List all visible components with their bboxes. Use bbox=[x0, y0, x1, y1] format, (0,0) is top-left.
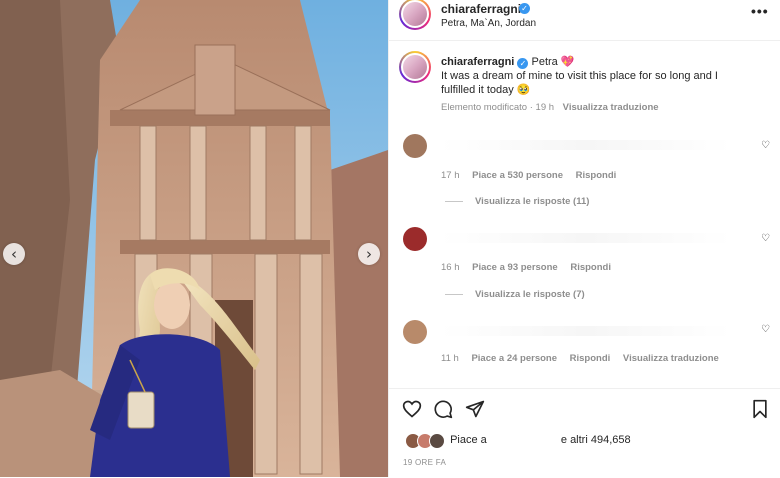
reply-button[interactable]: Rispondi bbox=[576, 170, 617, 181]
view-replies-button[interactable]: Visualizza le risposte (7) bbox=[445, 289, 585, 300]
heart-icon[interactable] bbox=[402, 399, 422, 419]
share-icon[interactable] bbox=[465, 399, 485, 419]
like-comment-icon[interactable]: ♡ bbox=[761, 140, 770, 151]
caption-time: 19 h bbox=[535, 102, 555, 113]
caption-title: Petra bbox=[531, 56, 558, 68]
like-comment-icon[interactable]: ♡ bbox=[761, 324, 770, 335]
caption-body-1: It was a dream of mine to visit this pla… bbox=[441, 70, 718, 82]
comment-item: ♡ 17 h Piace a 530 persone Rispondi Visu… bbox=[389, 130, 780, 222]
sparkle-heart-icon: 💖 bbox=[560, 56, 575, 68]
comment-likes[interactable]: Piace a 93 persone bbox=[472, 262, 558, 273]
comment-time: 17 h bbox=[441, 170, 460, 181]
view-replies-button[interactable]: Visualizza le risposte (11) bbox=[445, 196, 589, 207]
likes-prefix: Piace a bbox=[450, 433, 487, 446]
likes-count[interactable]: e altri 494,658 bbox=[561, 434, 631, 446]
caption-username[interactable]: chiaraferragni bbox=[441, 56, 514, 68]
comment-avatar[interactable] bbox=[403, 134, 427, 158]
chevron-right-icon: › bbox=[366, 245, 372, 263]
likes-summary[interactable]: Piace a e altri 494,658 bbox=[405, 433, 631, 449]
comment-meta: 17 h Piace a 530 persone Rispondi bbox=[441, 170, 626, 181]
post-header: chiaraferragni ✓ Petra, Ma`An, Jordan ••… bbox=[389, 0, 780, 41]
post-actions: Piace a e altri 494,658 19 ORE FA bbox=[389, 388, 780, 478]
caption-avatar[interactable] bbox=[399, 51, 431, 83]
post-location[interactable]: Petra, Ma`An, Jordan bbox=[441, 18, 536, 29]
caption-meta: Elemento modificato · 19 h Visualizza tr… bbox=[441, 102, 659, 113]
chevron-left-icon: ‹ bbox=[11, 245, 17, 263]
caption-body-2: fulfilled it today 🥹 bbox=[441, 83, 531, 97]
petra-treasury-image bbox=[0, 0, 388, 477]
caption-verified-icon: ✓ bbox=[517, 58, 529, 69]
caption-body-2-text: fulfilled it today bbox=[441, 84, 514, 96]
comment-avatar[interactable] bbox=[403, 320, 427, 344]
edited-label: Elemento modificato bbox=[441, 102, 528, 113]
comment-avatar[interactable] bbox=[403, 227, 427, 251]
comment-meta: 16 h Piace a 93 persone Rispondi bbox=[441, 262, 621, 273]
post-side-panel: chiaraferragni ✓ Petra, Ma`An, Jordan ••… bbox=[388, 0, 780, 478]
reply-button[interactable]: Rispondi bbox=[570, 262, 611, 273]
comment-likes[interactable]: Piace a 530 persone bbox=[472, 170, 563, 181]
more-options-icon[interactable]: ••• bbox=[751, 3, 769, 19]
comment-text-redacted bbox=[441, 233, 731, 243]
comment-time: 11 h bbox=[441, 353, 459, 364]
liker-avatars bbox=[405, 433, 447, 449]
translate-link[interactable]: Visualizza traduzione bbox=[563, 102, 659, 113]
comment-time: 16 h bbox=[441, 262, 460, 273]
post-photo[interactable]: ‹ › bbox=[0, 0, 388, 477]
author-avatar[interactable] bbox=[399, 0, 431, 30]
previous-photo-button[interactable]: ‹ bbox=[3, 243, 25, 265]
bookmark-icon[interactable] bbox=[751, 399, 769, 419]
post-date: 19 ORE FA bbox=[403, 458, 447, 467]
comment-likes[interactable]: Piace a 24 persone bbox=[471, 353, 557, 364]
caption-line-1: chiaraferragni ✓ Petra 💖 bbox=[441, 55, 575, 69]
comment-item: ♡ 16 h Piace a 93 persone Rispondi Visua… bbox=[389, 223, 780, 315]
comment-translate-link[interactable]: Visualizza traduzione bbox=[623, 353, 719, 364]
next-photo-button[interactable]: › bbox=[358, 243, 380, 265]
teary-face-icon: 🥹 bbox=[516, 84, 531, 96]
author-username[interactable]: chiaraferragni bbox=[441, 2, 521, 16]
reply-button[interactable]: Rispondi bbox=[570, 353, 611, 364]
comment-meta: 11 h Piace a 24 persone Rispondi Visuali… bbox=[441, 353, 729, 364]
verified-badge-icon: ✓ bbox=[519, 3, 530, 14]
comment-text-redacted bbox=[441, 326, 731, 336]
comment-text-redacted bbox=[441, 140, 731, 150]
like-comment-icon[interactable]: ♡ bbox=[761, 233, 770, 244]
comment-icon[interactable] bbox=[433, 399, 453, 419]
